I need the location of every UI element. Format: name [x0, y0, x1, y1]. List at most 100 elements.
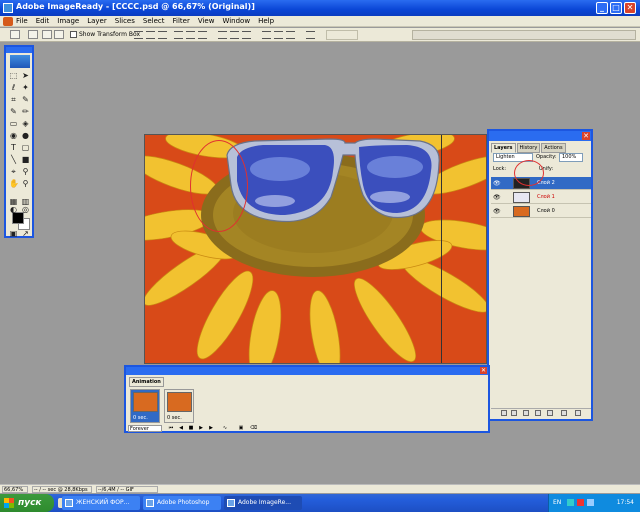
close-button[interactable]: ✕ [624, 2, 636, 14]
dodge-tool-icon[interactable]: ● [21, 131, 30, 140]
document-menu-icon[interactable] [3, 17, 13, 26]
stop-icon[interactable]: ■ [188, 426, 194, 431]
menu-filter[interactable]: Filter [173, 17, 190, 25]
eye-icon[interactable]: 👁 [493, 180, 501, 187]
frame-delay[interactable]: 0 sec. [167, 415, 182, 421]
security-icon[interactable] [577, 499, 584, 506]
menu-layer[interactable]: Layer [87, 17, 107, 25]
move-tool-icon[interactable]: ➤ [21, 71, 30, 80]
layer-style-icon[interactable] [511, 410, 517, 416]
menu-file[interactable]: File [16, 17, 28, 25]
eraser-tool-icon[interactable]: ▭ [9, 119, 18, 128]
tab-actions[interactable]: Actions [541, 143, 566, 153]
layer-row[interactable]: 👁 Слой 1 [491, 191, 591, 204]
network-icon[interactable] [567, 499, 574, 506]
jump-to-photoshop-icon[interactable]: ↗ [21, 229, 30, 238]
distribute-right-icon[interactable] [286, 31, 295, 39]
distribute-top-icon[interactable] [218, 31, 227, 39]
options-field[interactable] [326, 30, 358, 40]
distribute-left-icon[interactable] [262, 31, 271, 39]
trash-icon[interactable] [575, 410, 581, 416]
link-icon[interactable] [501, 410, 507, 416]
minimize-button[interactable]: _ [596, 2, 608, 14]
crop-tool-icon[interactable]: ⌗ [9, 95, 18, 104]
volume-icon[interactable] [587, 499, 594, 506]
align-left-icon[interactable] [174, 31, 183, 39]
shape-tool-icon[interactable]: ■ [21, 155, 30, 164]
blur-tool-icon[interactable]: ◉ [9, 131, 18, 140]
download-time[interactable]: -- / -- sec @ 28,8Kbps [32, 486, 92, 493]
move-tool-option-icon[interactable] [28, 30, 38, 39]
tab-history[interactable]: History [516, 143, 541, 153]
opacity-field[interactable]: 100% [559, 153, 583, 162]
play-icon[interactable]: ▶ [198, 426, 204, 431]
paint-bucket-tool-icon[interactable]: ◈ [21, 119, 30, 128]
marquee-tool-icon[interactable]: ⬚ [9, 71, 18, 80]
zoom-level[interactable]: 66,67% [2, 486, 28, 493]
imageready-logo[interactable] [10, 55, 30, 68]
menu-select[interactable]: Select [143, 17, 165, 25]
align-hcenter-icon[interactable] [186, 31, 195, 39]
tab-animation[interactable]: Animation [129, 377, 164, 387]
animation-panel-header[interactable]: ✕ [126, 367, 488, 375]
taskbar-item-photoshop[interactable]: Adobe Photoshop [143, 496, 221, 510]
arrange-icon[interactable] [306, 31, 315, 39]
layers-close-button[interactable]: ✕ [582, 132, 590, 140]
eye-icon[interactable]: 👁 [493, 194, 501, 201]
show-transform-box-checkbox[interactable] [70, 31, 77, 38]
move-tool-preset-icon[interactable] [10, 30, 20, 39]
eye-icon[interactable]: 👁 [493, 208, 501, 215]
pencil-tool-icon[interactable]: ✏ [21, 107, 30, 116]
menu-view[interactable]: View [198, 17, 215, 25]
language-indicator[interactable]: EN [553, 499, 561, 506]
taskbar-item-forum[interactable]: ЖЕНСКИЙ ФОР... [62, 496, 140, 510]
menu-edit[interactable]: Edit [36, 17, 50, 25]
line-tool-icon[interactable]: ╲ [9, 155, 18, 164]
align-top-icon[interactable] [134, 31, 143, 39]
next-frame-icon[interactable]: ▶ [208, 426, 214, 431]
screen-mode-standard-icon[interactable]: ▣ [9, 229, 18, 238]
preview-in-browser-icon[interactable]: ◎ [21, 205, 30, 214]
menu-slices[interactable]: Slices [115, 17, 135, 25]
new-set-icon[interactable] [535, 410, 541, 416]
first-frame-icon[interactable]: ⏮ [168, 426, 174, 431]
tab-layers[interactable]: Layers [491, 143, 516, 153]
align-bottom-icon[interactable] [158, 31, 167, 39]
guide-line[interactable] [441, 135, 442, 363]
new-layer-icon[interactable] [561, 410, 567, 416]
align-vcenter-icon[interactable] [146, 31, 155, 39]
adjustment-icon[interactable] [547, 410, 553, 416]
pointer-option-icon[interactable] [42, 30, 52, 39]
animation-frame[interactable]: 0 sec. [164, 389, 194, 423]
magic-wand-tool-icon[interactable]: ✦ [21, 83, 30, 92]
rollover-preview-icon[interactable]: ◐ [9, 205, 18, 214]
animation-frame[interactable]: 0 sec. [130, 389, 160, 423]
layer-mask-icon[interactable] [523, 410, 529, 416]
layer-row[interactable]: 👁 Слой 0 [491, 205, 591, 218]
tween-icon[interactable]: ∿ [222, 426, 228, 431]
file-size[interactable]: --/6,4M / -- GIF [96, 486, 158, 493]
menu-window[interactable]: Window [222, 17, 250, 25]
distribute-vcenter-icon[interactable] [230, 31, 239, 39]
duplicate-frame-icon[interactable]: ▣ [238, 426, 244, 431]
zoom-tool-icon[interactable]: ⚲ [21, 179, 30, 188]
slice-tool-icon[interactable]: ✎ [21, 95, 30, 104]
start-button[interactable]: пуск [0, 494, 54, 512]
select-option-icon[interactable] [54, 30, 64, 39]
prev-frame-icon[interactable]: ◀ [178, 426, 184, 431]
type-tool-icon[interactable]: T [9, 143, 18, 152]
rectangle-tool-icon[interactable]: ▢ [21, 143, 30, 152]
menu-help[interactable]: Help [258, 17, 274, 25]
hand-tool-icon[interactable]: ✋ [9, 179, 19, 188]
align-right-icon[interactable] [198, 31, 207, 39]
brush-tool-icon[interactable]: ✎ [9, 107, 18, 116]
menu-image[interactable]: Image [57, 17, 79, 25]
taskbar-item-imageready[interactable]: Adobe ImageRe... [224, 496, 302, 510]
distribute-hcenter-icon[interactable] [274, 31, 283, 39]
toolbox-header[interactable] [6, 47, 32, 53]
distribute-bottom-icon[interactable] [242, 31, 251, 39]
image-map-tool-icon[interactable]: ⌖ [9, 167, 18, 176]
maximize-button[interactable]: □ [610, 2, 622, 14]
lasso-tool-icon[interactable]: ℓ [9, 83, 18, 92]
layers-panel-header[interactable]: ✕ [489, 131, 591, 141]
